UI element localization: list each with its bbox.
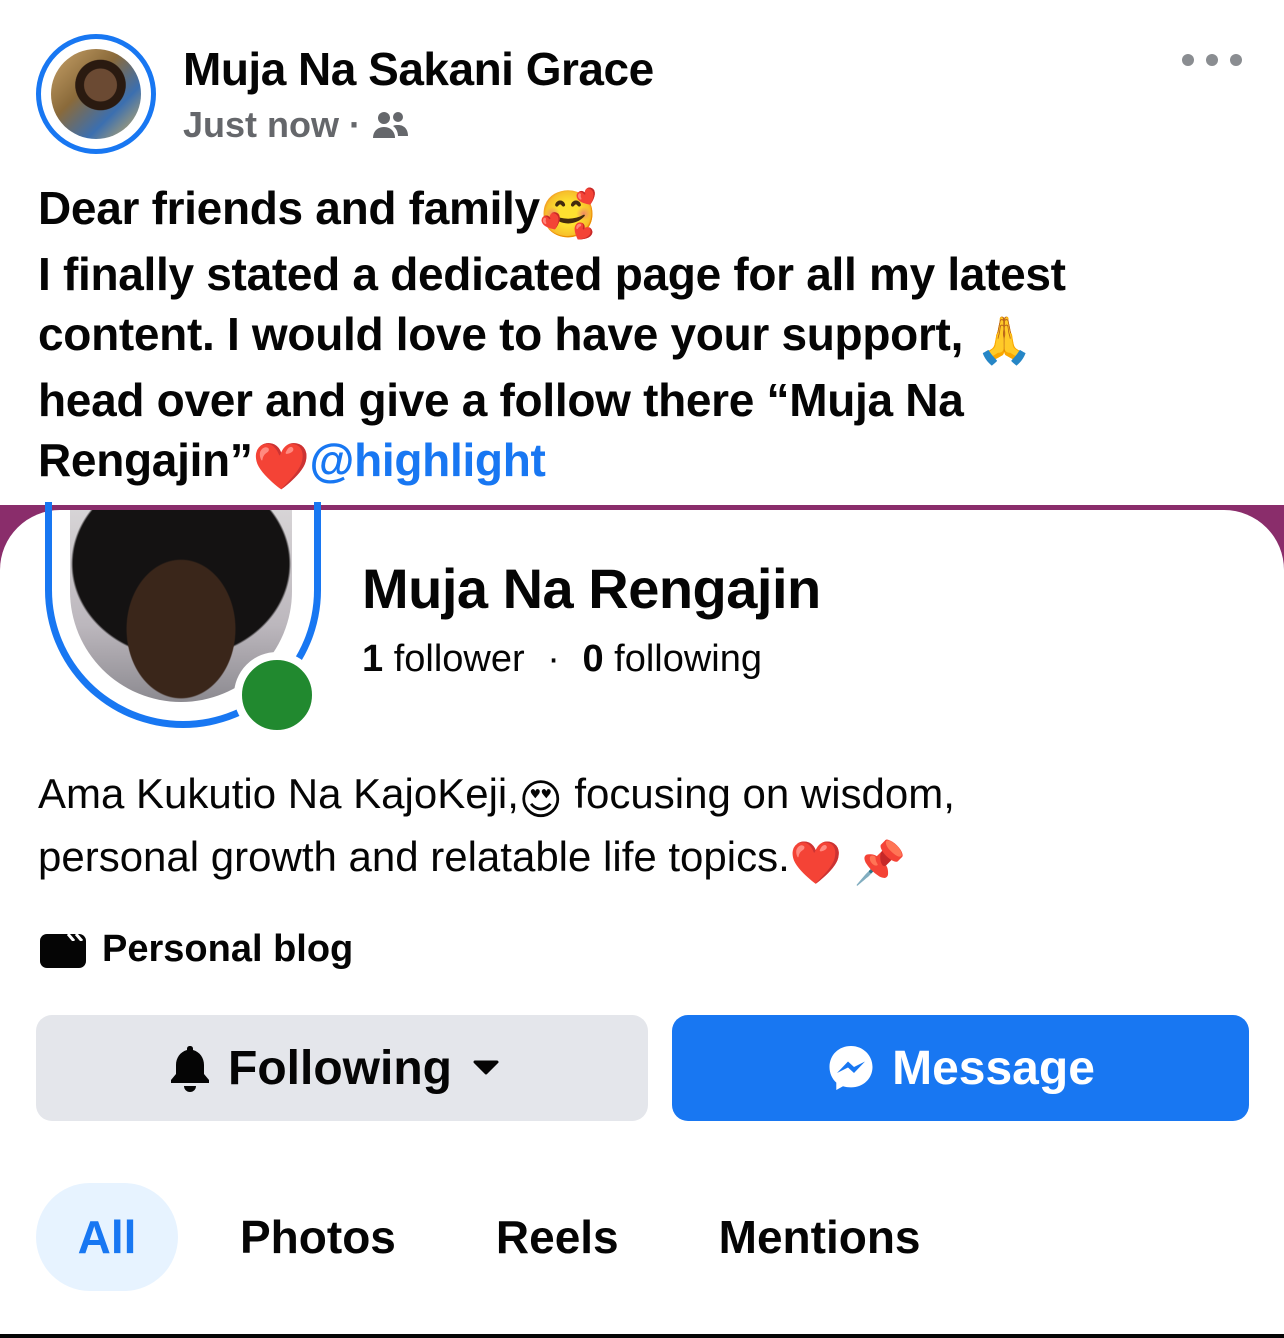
followers-label[interactable]: follower: [394, 638, 525, 680]
bottom-divider: [0, 1334, 1284, 1338]
post-meta: Just now ·: [183, 104, 409, 146]
heart-eyes-emoji: 😍: [518, 776, 563, 823]
red-heart-emoji: ❤️: [252, 440, 310, 492]
more-dot: [1230, 54, 1242, 66]
video-clip-icon: [40, 932, 86, 968]
mention-link[interactable]: @highlight: [310, 434, 546, 486]
message-button-label: Message: [892, 1041, 1095, 1095]
post-text: Dear friends and family🥰 I finally state…: [38, 178, 1248, 496]
friends-icon[interactable]: [371, 109, 409, 141]
post-text-line: content. I would love to have your suppo…: [38, 304, 1248, 370]
tab-mentions[interactable]: Mentions: [719, 1183, 921, 1291]
smiling-face-hearts-emoji: 🥰: [539, 188, 597, 240]
shared-screenshot[interactable]: Muja Na Rengajin 1 follower · 0 followin…: [0, 502, 1284, 1338]
bell-icon: [171, 1046, 210, 1092]
message-button[interactable]: Message: [672, 1015, 1249, 1121]
more-dot: [1182, 54, 1194, 66]
post-text-line: Dear friends and family🥰: [38, 178, 1248, 244]
post-header: Muja Na Sakani Grace Just now ·: [36, 34, 1256, 159]
following-count[interactable]: 0: [582, 638, 603, 680]
profile-tabs: All Photos Reels Mentions: [36, 1183, 921, 1291]
following-button-label: Following: [228, 1041, 452, 1095]
more-dot: [1206, 54, 1218, 66]
caret-down-icon: [473, 1060, 499, 1075]
red-heart-emoji: ❤️: [789, 839, 843, 886]
post-text-line-3: content. I would love to have your suppo…: [38, 308, 964, 360]
bio-text-a: Ama Kukutio Na KajoKeji,: [38, 770, 519, 817]
bio-text-c: personal growth and relatable life topic…: [38, 833, 790, 880]
post-text-line-4: head over and give a follow there “Muja …: [38, 374, 964, 426]
post-text-line: Rengajin”❤️@highlight: [38, 430, 1248, 496]
post-text-line-5: Rengajin”: [38, 434, 253, 486]
following-button[interactable]: Following: [36, 1015, 648, 1121]
author-avatar-image: [51, 49, 141, 139]
page-name[interactable]: Muja Na Rengajin: [362, 556, 821, 621]
bio-line-1: Ama Kukutio Na KajoKeji,😍 focusing on wi…: [38, 765, 1248, 828]
post-text-line-2: I finally stated a dedicated page for al…: [38, 248, 1066, 300]
page-profile-card: Muja Na Rengajin 1 follower · 0 followin…: [0, 502, 1284, 1338]
meta-separator: ·: [349, 104, 362, 145]
messenger-icon: [829, 1046, 873, 1090]
more-options-icon[interactable]: [1182, 48, 1242, 72]
tab-all[interactable]: All: [36, 1183, 178, 1291]
author-name[interactable]: Muja Na Sakani Grace: [183, 42, 654, 96]
bio-text-b: focusing on wisdom,: [574, 770, 955, 817]
post-text-line-1: Dear friends and family: [38, 182, 540, 234]
category-label: Personal blog: [102, 928, 354, 970]
pray-emoji: 🙏: [975, 314, 1033, 366]
page-bio: Ama Kukutio Na KajoKeji,😍 focusing on wi…: [38, 765, 1248, 891]
author-avatar[interactable]: [36, 34, 156, 154]
tab-photos[interactable]: Photos: [240, 1183, 396, 1291]
page-category: Personal blog: [38, 928, 353, 971]
followers-count[interactable]: 1: [362, 638, 383, 680]
post-timestamp[interactable]: Just now: [183, 104, 339, 146]
online-status-dot: [234, 652, 320, 738]
pushpin-emoji: 📌: [853, 839, 907, 886]
following-label[interactable]: following: [614, 638, 762, 680]
tab-reels[interactable]: Reels: [496, 1183, 619, 1291]
stats-separator: ·: [547, 638, 560, 680]
follow-stats: 1 follower · 0 following: [362, 638, 762, 681]
bio-line-2: personal growth and relatable life topic…: [38, 828, 1248, 891]
